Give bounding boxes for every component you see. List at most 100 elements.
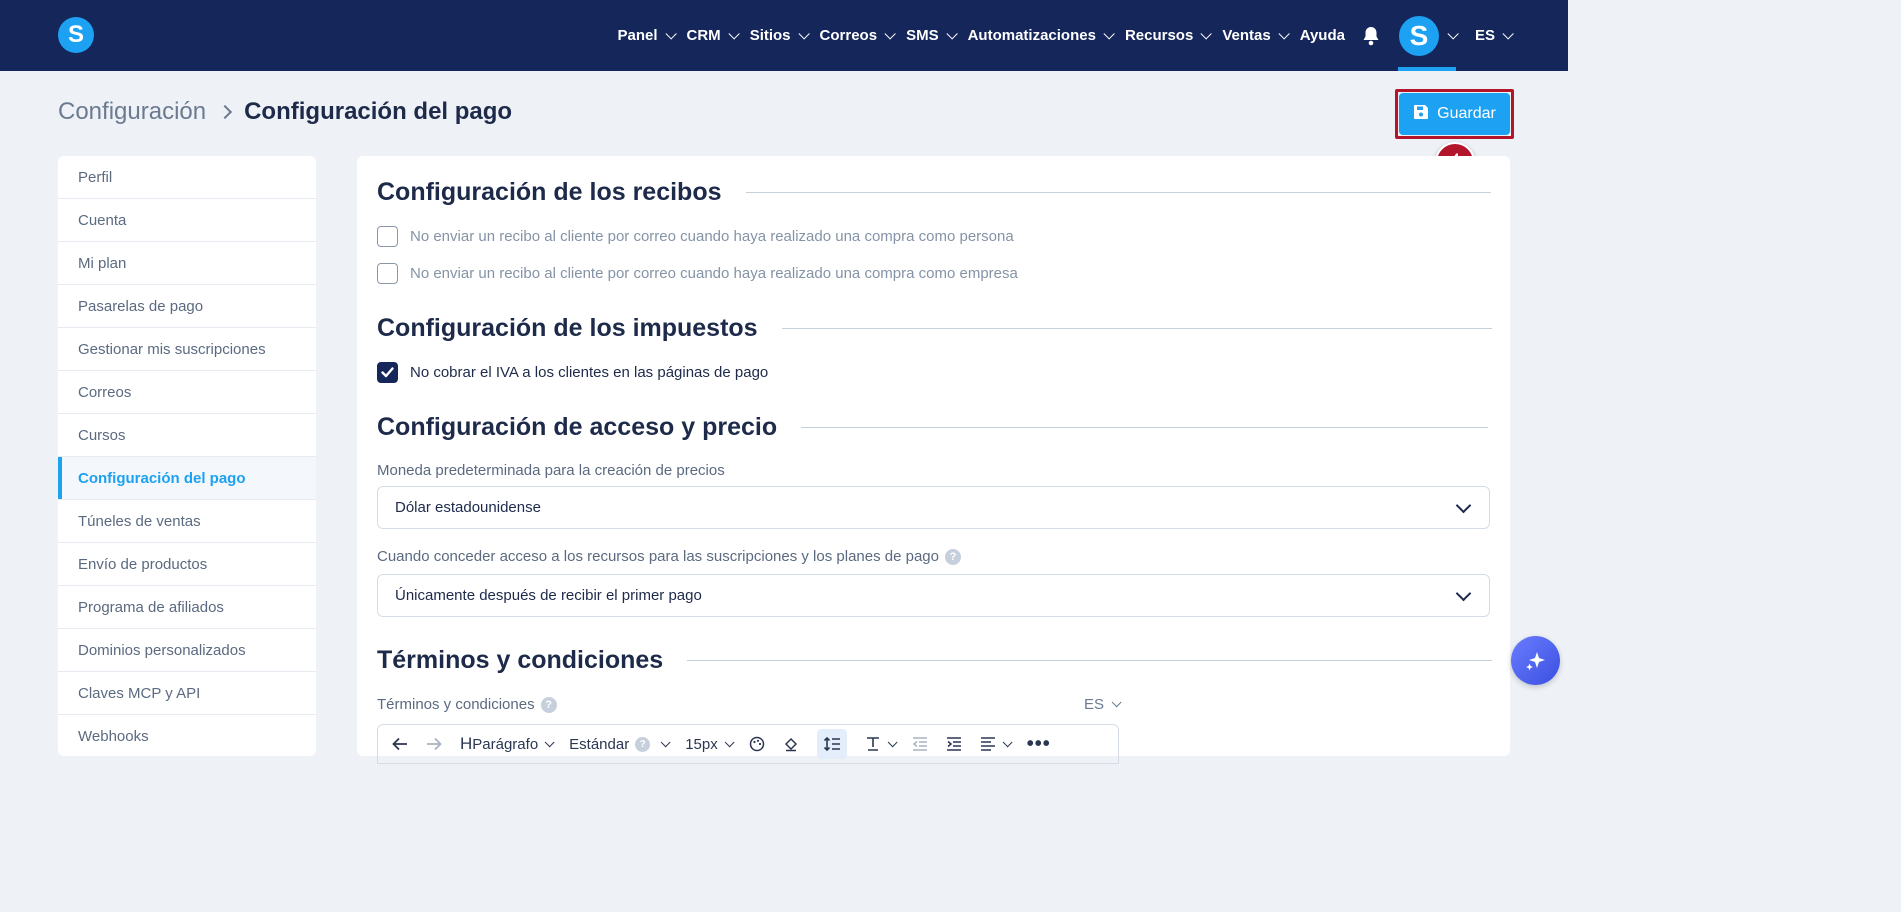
taxes-title-text: Configuración de los impuestos (377, 314, 758, 342)
nav-recursos-label: Recursos (1124, 27, 1194, 44)
page-title: Configuración del pago (244, 98, 513, 125)
user-menu[interactable]: S (1397, 0, 1459, 71)
nav-panel-label: Panel (617, 27, 658, 44)
nav-recursos[interactable]: Recursos (1124, 27, 1213, 44)
sidebar-item-tuneles[interactable]: Túneles de ventas (58, 500, 316, 543)
undo-icon[interactable] (392, 729, 408, 759)
nav-ayuda-label: Ayuda (1299, 27, 1345, 44)
terms-label: Términos y condiciones ? (377, 696, 557, 713)
heading-icon: H (460, 734, 473, 753)
receipts-title-text: Configuración de los recibos (377, 178, 722, 206)
chevron-down-icon (1111, 697, 1122, 708)
font-size-label: 15px (685, 735, 718, 753)
sidebar-item-pasarelas[interactable]: Pasarelas de pago (58, 285, 316, 328)
nav-ventas[interactable]: Ventas (1222, 27, 1290, 44)
editor-toolbar: H Parágrafo Estándar ? 15px ••• (377, 724, 1119, 764)
terms-language-selector[interactable]: ES (1084, 696, 1122, 713)
indent-icon[interactable] (946, 729, 962, 759)
settings-panel: Configuración de los recibos No enviar u… (357, 156, 1510, 764)
sidebar-item-correos[interactable]: Correos (58, 371, 316, 414)
style-dropdown[interactable]: Estándar ? (569, 729, 671, 759)
taxes-section-title: Configuración de los impuestos (377, 314, 1492, 343)
sidebar-item-suscripciones[interactable]: Gestionar mis suscripciones (58, 328, 316, 371)
terms-label-text: Términos y condiciones (377, 696, 535, 713)
receipt-company-checkbox[interactable] (377, 263, 398, 284)
align-icon[interactable] (980, 729, 1013, 759)
nav-sms[interactable]: SMS (906, 27, 958, 44)
palette-icon[interactable] (749, 729, 765, 759)
top-nav: S Panel CRM Sitios Correos SMS Automatiz… (0, 0, 1568, 71)
breadcrumb: Configuración Configuración del pago (58, 98, 512, 126)
chevron-down-icon (664, 27, 677, 40)
no-vat-checkbox[interactable] (377, 362, 398, 383)
nav-crm[interactable]: CRM (687, 27, 740, 44)
help-icon[interactable]: ? (540, 696, 557, 713)
receipt-person-label: No enviar un recibo al cliente por corre… (410, 228, 1014, 245)
fill-color-icon[interactable] (783, 729, 799, 759)
receipt-person-option: No enviar un recibo al cliente por corre… (377, 226, 1014, 247)
nav-panel[interactable]: Panel (617, 27, 677, 44)
chevron-down-icon (1002, 736, 1013, 747)
sidebar-item-claves[interactable]: Claves MCP y API (58, 672, 316, 715)
redo-icon[interactable] (426, 729, 442, 759)
receipt-person-checkbox[interactable] (377, 226, 398, 247)
nav-sitios[interactable]: Sitios (749, 27, 810, 44)
terms-language-label: ES (1084, 696, 1105, 713)
chevron-down-icon (660, 736, 671, 747)
floppy-disk-icon (1413, 104, 1429, 125)
divider (745, 192, 1491, 193)
nav-automatizaciones[interactable]: Automatizaciones (968, 27, 1115, 44)
chevron-down-icon (1455, 497, 1472, 514)
sidebar-item-afiliados[interactable]: Programa de afiliados (58, 586, 316, 629)
access-timing-select[interactable]: Únicamente después de recibir el primer … (377, 574, 1490, 617)
nav-correos-label: Correos (819, 27, 878, 44)
receipt-company-option: No enviar un recibo al cliente por corre… (377, 263, 1018, 284)
text-format-icon[interactable] (865, 729, 898, 759)
access-timing-label-text: Cuando conceder acceso a los recursos pa… (377, 548, 939, 565)
font-size-dropdown[interactable]: 15px (685, 729, 735, 759)
chevron-down-icon (946, 27, 958, 40)
line-height-icon[interactable] (816, 729, 847, 759)
save-button-label: Guardar (1437, 105, 1496, 122)
nav-ventas-label: Ventas (1222, 27, 1271, 44)
save-button[interactable]: Guardar (1399, 93, 1510, 135)
sidebar-item-cuenta[interactable]: Cuenta (58, 199, 316, 242)
chevron-down-icon (724, 736, 735, 747)
receipts-section-title: Configuración de los recibos (377, 178, 1491, 207)
ai-assistant-button[interactable] (1511, 636, 1560, 685)
no-vat-label: No cobrar el IVA a los clientes en las p… (410, 364, 769, 381)
currency-label: Moneda predeterminada para la creación d… (377, 462, 725, 479)
sidebar-item-cursos[interactable]: Cursos (58, 414, 316, 457)
chevron-down-icon (1200, 27, 1213, 40)
avatar[interactable]: S (1398, 15, 1439, 56)
currency-select[interactable]: Dólar estadounidense (377, 486, 1490, 529)
sidebar-item-envio[interactable]: Envío de productos (58, 543, 316, 586)
access-timing-label: Cuando conceder acceso a los recursos pa… (377, 548, 961, 565)
active-indicator (1397, 67, 1456, 71)
breadcrumb-root[interactable]: Configuración (58, 98, 206, 126)
access-timing-value: Únicamente después de recibir el primer … (395, 587, 702, 604)
nav-correos[interactable]: Correos (819, 27, 896, 44)
sidebar-item-webhooks[interactable]: Webhooks (58, 715, 316, 756)
receipt-company-label: No enviar un recibo al cliente por corre… (410, 265, 1018, 282)
paragraph-dropdown[interactable]: H Parágrafo (460, 729, 555, 759)
divider (781, 328, 1492, 329)
chevron-down-icon (1103, 27, 1115, 40)
sidebar-item-dominios[interactable]: Dominios personalizados (58, 629, 316, 672)
help-icon[interactable]: ? (945, 548, 961, 565)
more-options-icon[interactable]: ••• (1027, 729, 1051, 759)
bell-icon[interactable] (1361, 26, 1381, 46)
sidebar-item-configuracion-pago[interactable]: Configuración del pago (58, 457, 316, 500)
nav-sitios-label: Sitios (749, 27, 791, 44)
terms-section-title: Términos y condiciones (377, 646, 1493, 675)
language-label: ES (1474, 27, 1495, 44)
outdent-icon[interactable] (912, 729, 928, 759)
nav-sms-label: SMS (906, 27, 939, 44)
language-selector[interactable]: ES (1474, 27, 1514, 44)
currency-value: Dólar estadounidense (395, 499, 541, 516)
chevron-right-icon (218, 104, 233, 120)
sidebar-item-mi-plan[interactable]: Mi plan (58, 242, 316, 285)
nav-ayuda[interactable]: Ayuda (1300, 27, 1345, 44)
sidebar-item-perfil[interactable]: Perfil (58, 156, 316, 199)
app-logo[interactable]: S (58, 17, 94, 53)
